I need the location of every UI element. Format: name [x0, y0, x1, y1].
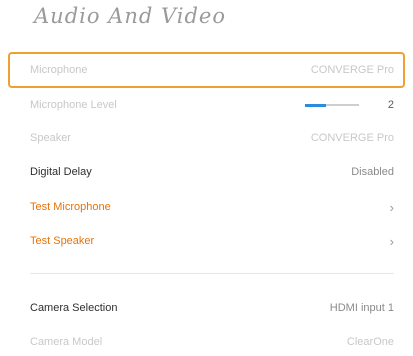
speaker-row: Speaker CONVERGE Pro [30, 124, 394, 152]
camera-selection-value: HDMI input 1 [329, 302, 394, 314]
microphone-level-slider[interactable] [304, 103, 359, 107]
camera-selection-label: Camera Selection [30, 302, 118, 314]
camera-model-label: Camera Model [30, 336, 103, 348]
microphone-value: CONVERGE Pro [310, 64, 394, 76]
digital-delay-row[interactable]: Digital Delay Disabled [30, 158, 394, 186]
chevron-right-icon: › [389, 233, 394, 249]
test-speaker-label: Test Speaker [30, 235, 95, 247]
microphone-level-slider-fill [304, 103, 327, 107]
speaker-label: Speaker [30, 132, 71, 144]
microphone-level-value: 2 [387, 99, 394, 111]
microphone-level-row: Microphone Level 2 [30, 91, 394, 119]
microphone-label: Microphone [30, 64, 88, 76]
camera-model-row: Camera Model ClearOne [30, 328, 394, 356]
test-speaker-row[interactable]: Test Speaker › [30, 227, 394, 255]
test-microphone-label: Test Microphone [30, 201, 111, 213]
test-microphone-row[interactable]: Test Microphone › [30, 193, 394, 221]
chevron-right-icon: › [389, 199, 394, 215]
digital-delay-label: Digital Delay [30, 166, 92, 178]
camera-selection-row[interactable]: Camera Selection HDMI input 1 [30, 294, 394, 322]
microphone-row[interactable]: Microphone CONVERGE Pro [30, 56, 394, 84]
microphone-level-label: Microphone Level [30, 99, 117, 111]
section-divider [30, 273, 394, 274]
page-title: Audio And Video [34, 4, 227, 28]
speaker-value: CONVERGE Pro [310, 132, 394, 144]
digital-delay-value: Disabled [351, 166, 394, 178]
camera-model-value: ClearOne [346, 336, 394, 348]
microphone-level-control: 2 [304, 99, 394, 111]
